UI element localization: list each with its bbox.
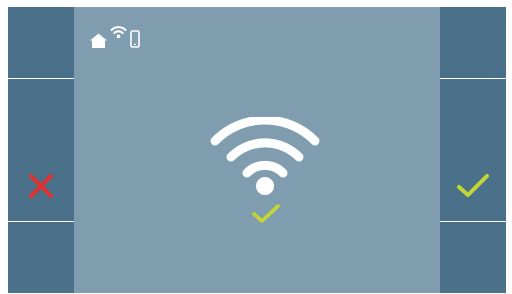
left-button-1[interactable] xyxy=(8,7,74,78)
right-button-panel xyxy=(440,7,506,293)
confirm-check-icon xyxy=(457,173,489,197)
wifi-small-icon xyxy=(110,26,127,39)
checkmark-icon xyxy=(252,203,280,229)
right-button-2[interactable] xyxy=(440,78,506,150)
left-button-2[interactable] xyxy=(8,78,74,150)
left-button-4[interactable] xyxy=(8,221,74,293)
right-button-4[interactable] xyxy=(440,221,506,293)
confirm-button[interactable] xyxy=(440,150,506,222)
left-button-panel xyxy=(8,7,74,293)
status-bar xyxy=(90,24,140,48)
phone-icon xyxy=(130,30,140,48)
wifi-large-icon xyxy=(208,115,322,201)
right-button-1[interactable] xyxy=(440,7,506,78)
home-icon xyxy=(90,33,107,48)
cancel-x-icon xyxy=(29,173,53,198)
cancel-button[interactable] xyxy=(8,150,74,222)
device-screen xyxy=(8,7,506,293)
